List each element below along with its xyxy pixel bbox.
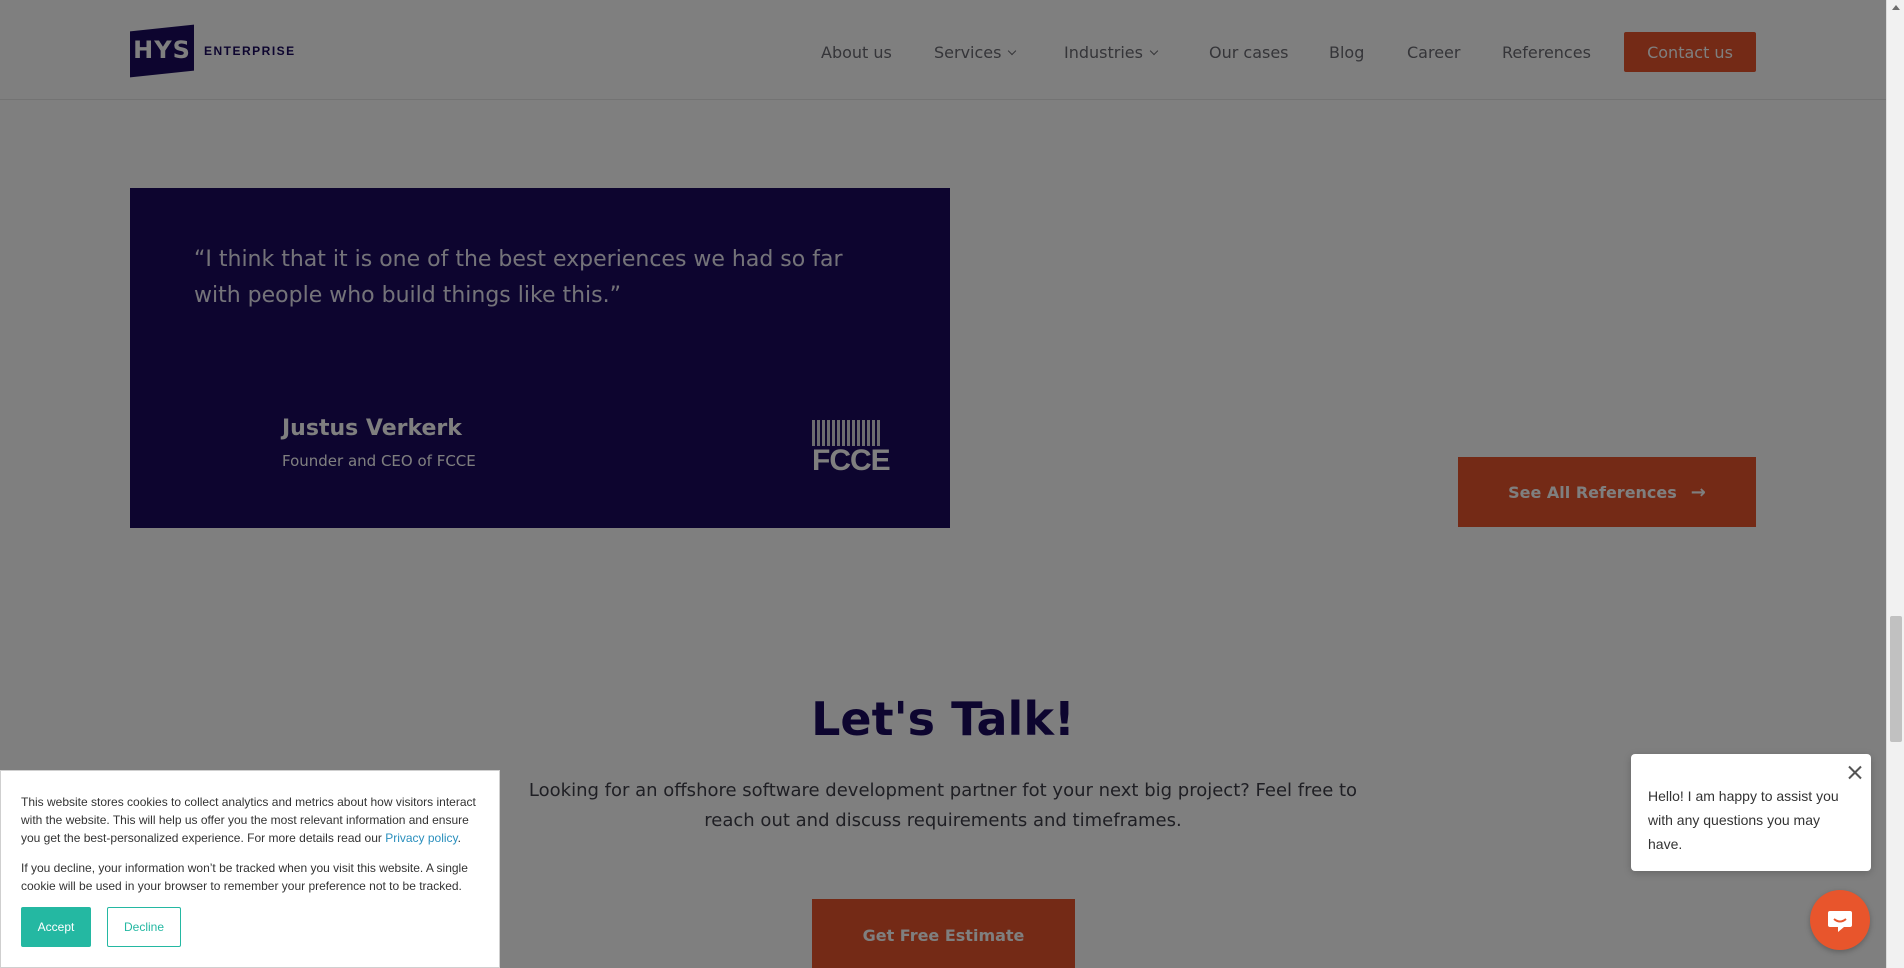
scroll-thumb[interactable]: [1890, 616, 1902, 742]
decline-cookies-button[interactable]: Decline: [107, 907, 181, 947]
privacy-policy-link[interactable]: Privacy policy: [385, 831, 457, 845]
chat-bubble-icon: [1828, 911, 1852, 932]
chat-greeting-text: Hello! I am happy to assist you with any…: [1648, 788, 1839, 852]
page-scrollbar[interactable]: [1886, 0, 1904, 968]
chat-launcher-button[interactable]: [1810, 890, 1870, 950]
close-icon[interactable]: [1847, 764, 1863, 780]
scroll-up-arrow-icon[interactable]: [1892, 5, 1900, 10]
chat-greeting-popup: Hello! I am happy to assist you with any…: [1631, 754, 1871, 871]
accept-cookies-button[interactable]: Accept: [21, 907, 91, 947]
cookie-text-1: This website stores cookies to collect a…: [21, 795, 476, 845]
cookie-consent-banner: This website stores cookies to collect a…: [0, 770, 500, 968]
cookie-text-2: If you decline, your information won’t b…: [21, 861, 468, 893]
